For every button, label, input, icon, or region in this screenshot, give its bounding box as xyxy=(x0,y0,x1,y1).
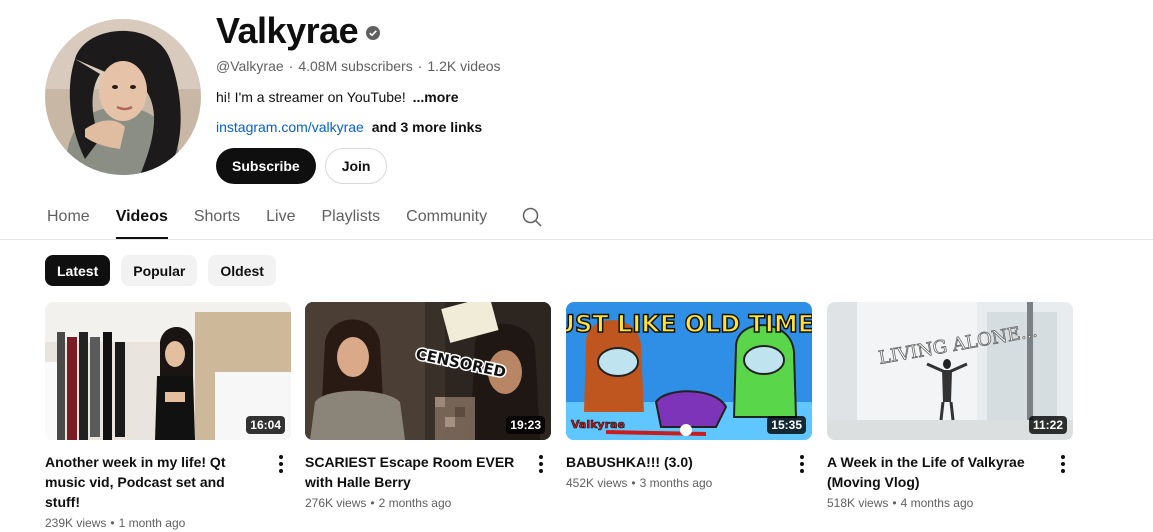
video-thumbnail[interactable]: LIVING ALONE... 11:22 xyxy=(827,302,1073,440)
subscriber-count: 4.08M subscribers xyxy=(298,58,413,74)
subscribe-button[interactable]: Subscribe xyxy=(216,148,316,184)
video-meta: 452K views • 3 months ago xyxy=(566,476,812,490)
tab-videos[interactable]: Videos xyxy=(115,196,169,239)
video-meta: 518K views • 4 months ago xyxy=(827,496,1073,510)
more-actions-icon[interactable] xyxy=(531,452,551,476)
tab-home[interactable]: Home xyxy=(47,196,90,239)
description-text: hi! I'm a streamer on YouTube! xyxy=(216,89,406,105)
separator-dot: • xyxy=(110,516,115,530)
verified-icon xyxy=(366,26,381,40)
more-actions-icon[interactable] xyxy=(271,452,291,476)
tabs-divider xyxy=(0,239,1153,240)
channel-meta: @Valkyrae · 4.08M subscribers · 1.2K vid… xyxy=(216,58,816,74)
video-meta: 239K views • 1 month ago xyxy=(45,516,291,530)
chip-oldest[interactable]: Oldest xyxy=(208,255,276,286)
video-title[interactable]: BABUSHKA!!! (3.0) xyxy=(566,452,780,472)
video-thumbnail[interactable]: CENSORED 19:23 xyxy=(305,302,551,440)
thumbnail-text: JUST LIKE OLD TIMES xyxy=(566,310,812,338)
video-count: 1.2K videos xyxy=(427,58,501,74)
more-links-button[interactable]: and 3 more links xyxy=(372,119,482,135)
channel-avatar[interactable] xyxy=(45,19,201,175)
video-views: 239K views xyxy=(45,516,107,530)
more-actions-icon[interactable] xyxy=(792,452,812,476)
video-thumbnail[interactable]: 16:04 xyxy=(45,302,291,440)
separator-dot: • xyxy=(631,476,636,490)
video-card[interactable]: CENSORED 19:23 SCARIEST Escape Room EVER… xyxy=(305,302,551,510)
channel-handle: @Valkyrae xyxy=(216,58,284,74)
video-views: 518K views xyxy=(827,496,889,510)
thumbnail-text: LIVING ALONE... xyxy=(877,320,1039,369)
video-duration: 11:22 xyxy=(1028,416,1067,434)
more-actions-icon[interactable] xyxy=(1053,452,1073,476)
tab-community[interactable]: Community xyxy=(406,196,487,239)
video-thumbnail[interactable]: JUST LIKE OLD TIMES Valkyrae 15:35 xyxy=(566,302,812,440)
video-title[interactable]: A Week in the Life of Valkyrae (Moving V… xyxy=(827,452,1041,492)
separator-dot: · xyxy=(288,58,294,74)
separator-dot: • xyxy=(892,496,897,510)
instagram-link[interactable]: instagram.com/valkyrae xyxy=(216,119,364,135)
channel-links: instagram.com/valkyrae and 3 more links xyxy=(216,119,816,135)
video-title[interactable]: SCARIEST Escape Room EVER with Halle Ber… xyxy=(305,452,519,492)
video-age: 2 months ago xyxy=(378,496,452,510)
channel-info: Valkyrae @Valkyrae · 4.08M subscribers ·… xyxy=(216,8,816,184)
tab-shorts[interactable]: Shorts xyxy=(194,196,240,239)
thumbnail-text: CENSORED xyxy=(414,345,507,382)
video-meta: 276K views • 2 months ago xyxy=(305,496,551,510)
separator-dot: • xyxy=(370,496,375,510)
tab-playlists[interactable]: Playlists xyxy=(321,196,380,239)
chip-latest[interactable]: Latest xyxy=(45,255,111,286)
video-views: 276K views xyxy=(305,496,367,510)
video-title[interactable]: Another week in my life! Qt music vid, P… xyxy=(45,452,259,512)
video-card[interactable]: JUST LIKE OLD TIMES Valkyrae 15:35 BABUS… xyxy=(566,302,812,490)
channel-name: Valkyrae xyxy=(216,10,359,51)
thumbnail-subtext: Valkyrae xyxy=(571,418,625,431)
channel-description[interactable]: hi! I'm a streamer on YouTube! ...more xyxy=(216,89,816,105)
video-views: 452K views xyxy=(566,476,628,490)
video-duration: 19:23 xyxy=(506,416,545,434)
video-age: 1 month ago xyxy=(118,516,186,530)
tab-live[interactable]: Live xyxy=(266,196,295,239)
channel-tabs: Home Videos Shorts Live Playlists Commun… xyxy=(47,196,543,239)
description-more-link[interactable]: ...more xyxy=(413,89,459,105)
video-card[interactable]: 16:04 Another week in my life! Qt music … xyxy=(45,302,291,530)
video-duration: 16:04 xyxy=(246,416,285,434)
search-icon[interactable] xyxy=(521,196,543,233)
video-age: 4 months ago xyxy=(900,496,974,510)
video-duration: 15:35 xyxy=(767,416,806,434)
sort-chips: Latest Popular Oldest xyxy=(45,255,276,286)
separator-dot: · xyxy=(417,58,423,74)
join-button[interactable]: Join xyxy=(324,148,388,184)
video-age: 3 months ago xyxy=(639,476,713,490)
chip-popular[interactable]: Popular xyxy=(121,255,198,286)
video-card[interactable]: LIVING ALONE... 11:22 A Week in the Life… xyxy=(827,302,1073,510)
